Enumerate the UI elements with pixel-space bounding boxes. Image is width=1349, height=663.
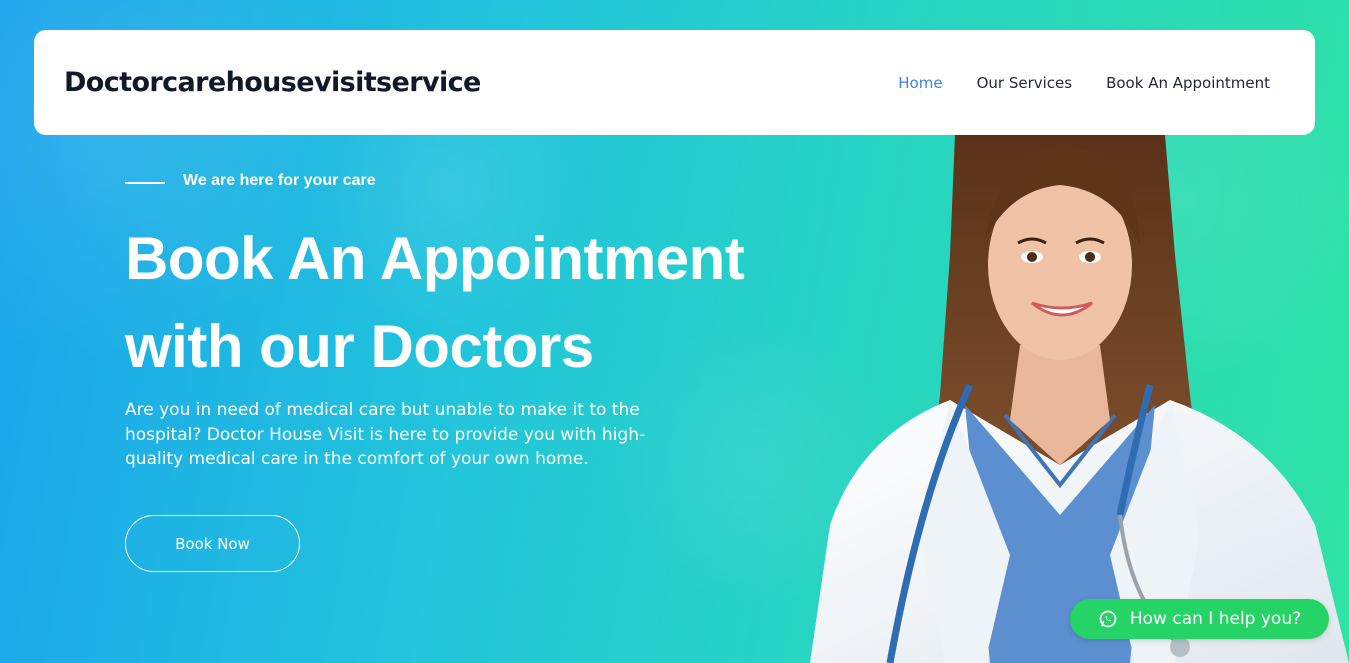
- whatsapp-chat-button[interactable]: How can I help you?: [1070, 599, 1329, 639]
- chat-button-label: How can I help you?: [1129, 609, 1302, 629]
- book-now-button[interactable]: Book Now: [125, 515, 300, 572]
- hero-title-line-1: Book An Appointment: [125, 225, 745, 292]
- eyebrow-text: We are here for your care: [183, 172, 376, 189]
- hero-eyebrow: We are here for your care: [125, 172, 376, 190]
- whatsapp-icon: [1099, 610, 1117, 628]
- site-header: Doctorcarehousevisitservice Home Our Ser…: [34, 30, 1315, 135]
- eyebrow-divider: [125, 182, 165, 184]
- nav-home-link[interactable]: Home: [898, 74, 942, 92]
- hero-title-line-2: with our Doctors: [125, 313, 594, 380]
- site-logo-text[interactable]: Doctorcarehousevisitservice: [64, 67, 481, 98]
- hero-title: Book An Appointment with our Doctors: [125, 215, 825, 391]
- nav-appointment-link[interactable]: Book An Appointment: [1106, 74, 1270, 92]
- hero-description: Are you in need of medical care but unab…: [125, 400, 646, 469]
- main-nav: Home Our Services Book An Appointment: [898, 74, 1270, 92]
- nav-services-link[interactable]: Our Services: [977, 74, 1073, 92]
- doctor-image: [810, 135, 1349, 663]
